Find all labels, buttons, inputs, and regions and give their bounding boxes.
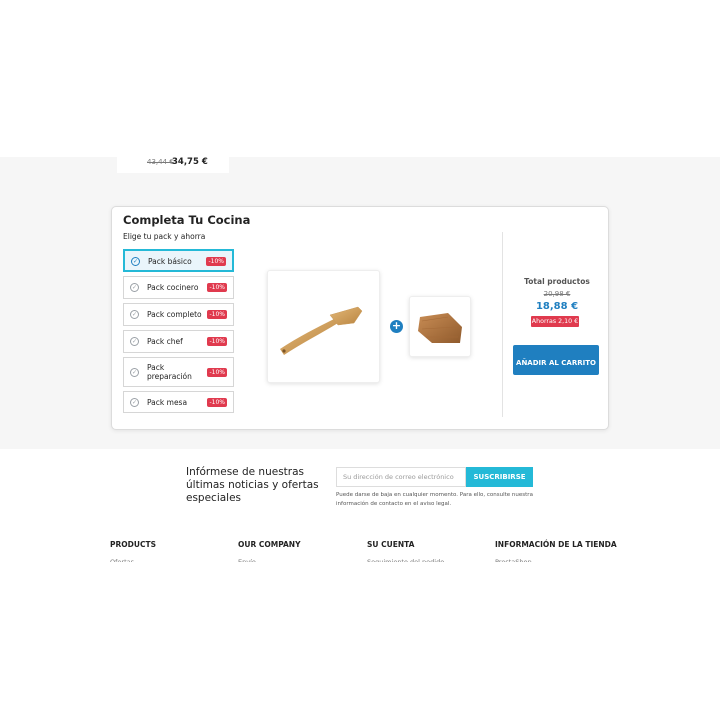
total-label: Total productos — [524, 277, 590, 286]
pack-option-chef[interactable]: ✓ Pack chef -10% — [123, 330, 234, 353]
pack-title: Completa Tu Cocina — [123, 213, 251, 227]
plus-icon: + — [390, 319, 403, 333]
footer-column-account: SU CUENTA Seguimiento del pedido — [367, 540, 444, 562]
radio-check-icon: ✓ — [131, 257, 140, 266]
product-image-cutting-board[interactable] — [409, 296, 471, 357]
newsletter-email-input[interactable] — [336, 467, 466, 487]
pack-option-label: Pack chef — [147, 337, 183, 346]
radio-check-icon: ✓ — [130, 283, 139, 292]
spatula-image — [280, 306, 363, 355]
savings-badge: Ahorras 2,10 € — [531, 316, 579, 327]
footer-heading: PRODUCTS — [110, 540, 156, 549]
pack-option-mesa[interactable]: ✓ Pack mesa -10% — [123, 391, 234, 413]
total-old-price: 20,98 € — [543, 290, 571, 298]
total-new-price: 18,88 € — [535, 301, 579, 312]
footer-link[interactable]: Seguimiento del pedido — [367, 558, 444, 562]
footer-column-company: OUR COMPANY Envío — [238, 540, 301, 562]
footer-heading: SU CUENTA — [367, 540, 415, 549]
discount-badge: -10% — [207, 398, 227, 407]
pack-option-cocinero[interactable]: ✓ Pack cocinero -10% — [123, 276, 234, 299]
footer-heading: INFORMACIÓN DE LA TIENDA — [495, 540, 617, 549]
footer-column-products: PRODUCTS Ofertas — [110, 540, 156, 562]
radio-check-icon: ✓ — [130, 337, 139, 346]
discount-badge: -10% — [207, 368, 227, 377]
footer-column-store-info: INFORMACIÓN DE LA TIENDA PrestaShop — [495, 540, 617, 562]
cutting-board-image — [418, 313, 462, 343]
radio-check-icon: ✓ — [130, 310, 139, 319]
pack-option-completo[interactable]: ✓ Pack completo -10% — [123, 303, 234, 326]
subscribe-button[interactable]: SUSCRIBIRSE — [466, 467, 533, 487]
radio-check-icon: ✓ — [130, 368, 139, 377]
discount-badge: -10% — [207, 337, 227, 346]
footer-heading: OUR COMPANY — [238, 540, 301, 549]
discount-badge: -10% — [207, 283, 227, 292]
old-price: 43,44 € — [147, 158, 174, 166]
discount-badge: -10% — [207, 310, 227, 319]
pack-option-label: Pack cocinero — [147, 283, 199, 292]
product-image-spatula[interactable] — [267, 270, 380, 383]
pack-option-label: Pack mesa — [147, 398, 188, 407]
radio-check-icon: ✓ — [130, 398, 139, 407]
discount-badge: -10% — [206, 257, 226, 266]
divider — [502, 232, 503, 417]
current-price: 34,75 € — [172, 157, 208, 167]
product-card-price: 43,44 € 34,75 € — [117, 157, 229, 173]
pack-option-basico[interactable]: ✓ Pack básico -10% — [123, 249, 234, 272]
pack-option-label: Pack básico — [148, 257, 192, 266]
footer-link[interactable]: Ofertas — [110, 558, 156, 562]
pack-option-preparacion[interactable]: ✓ Pack preparación -10% — [123, 357, 234, 387]
pack-option-label: Pack completo — [147, 310, 202, 319]
pack-subtitle: Elige tu pack y ahorra — [123, 232, 206, 241]
newsletter-note: Puede darse de baja en cualquier momento… — [336, 492, 533, 507]
pack-option-label: Pack preparación — [147, 363, 192, 381]
pack-builder: Completa Tu Cocina Elige tu pack y ahorr… — [111, 206, 609, 430]
newsletter-text: Infórmese de nuestras últimas noticias y… — [186, 466, 319, 504]
add-to-cart-button[interactable]: AÑADIR AL CARRITO — [513, 345, 599, 375]
footer-link[interactable]: PrestaShop — [495, 558, 617, 562]
footer-link[interactable]: Envío — [238, 558, 301, 562]
top-blank-area — [0, 0, 720, 157]
